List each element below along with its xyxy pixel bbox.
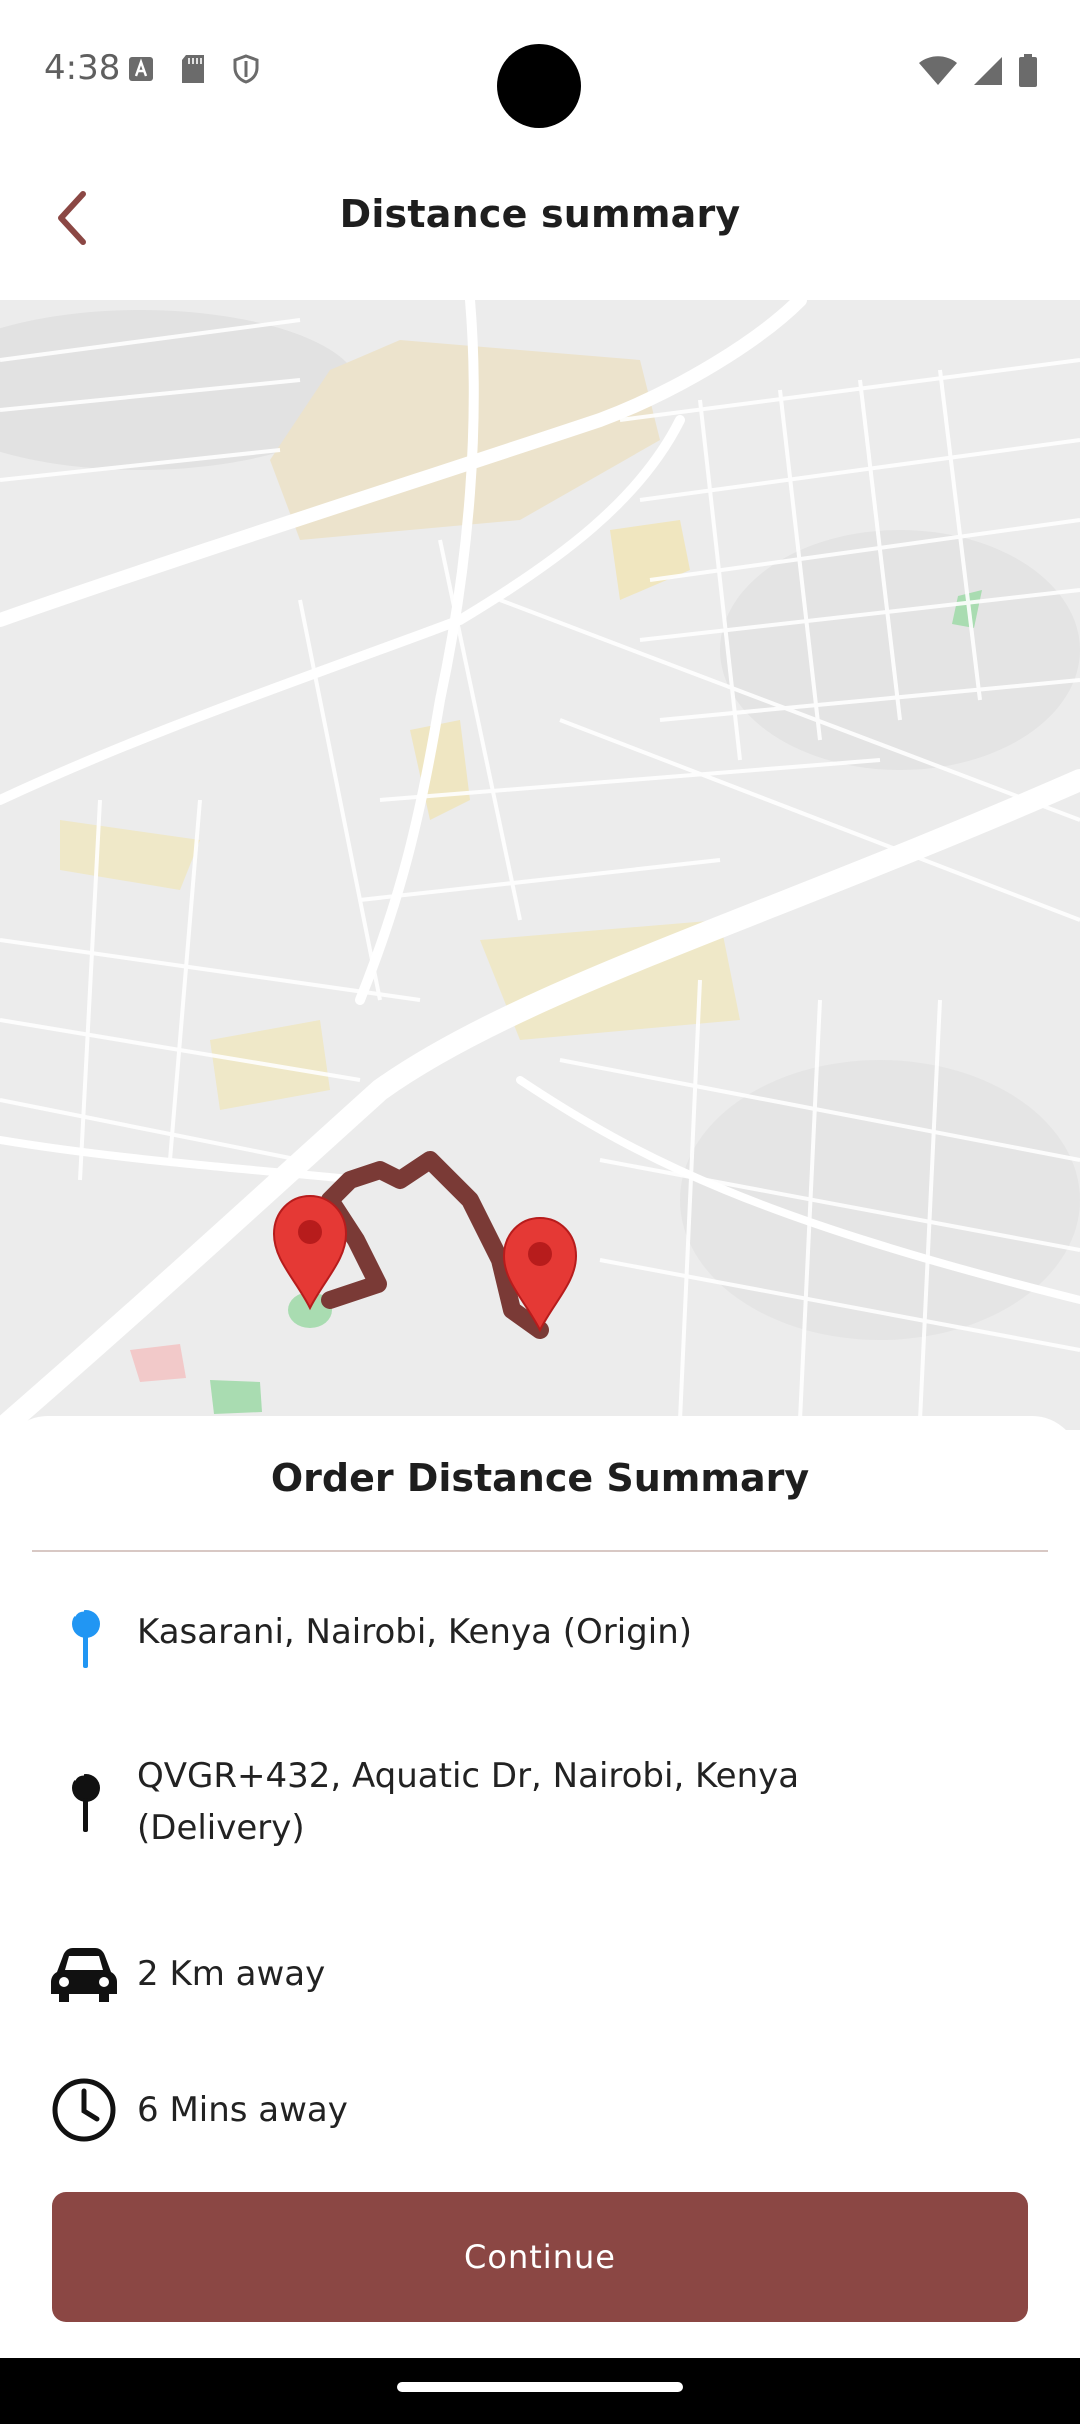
status-time: 4:38 [44,48,121,88]
signal-icon [972,55,1004,92]
status-bar: 4:38 [0,0,1080,140]
app-header: Distance summary [0,140,1080,300]
status-icons-right [918,54,1038,93]
delivery-address: QVGR+432, Aquatic Dr, Nairobi, Kenya (De… [137,1756,800,1848]
sd-card-icon [180,54,206,89]
sheet-title: Order Distance Summary [270,1456,810,1500]
status-icons-left [128,54,260,89]
wifi-icon [918,56,958,91]
continue-button[interactable]: Continue [52,2192,1028,2322]
map-pin-blue-icon [50,1606,118,1674]
car-icon [50,1940,118,2008]
home-gesture-handle[interactable] [397,2382,683,2392]
route-map[interactable] [0,300,1080,1430]
camera-cutout [497,44,581,128]
font-a-icon [128,56,154,87]
page-title: Distance summary [339,192,741,236]
distance-text: 2 Km away [137,1954,326,1994]
clock-icon [50,2076,118,2144]
time-text: 6 Mins away [137,2090,348,2130]
origin-address: Kasarani, Nairobi, Kenya (Origin) [137,1612,693,1652]
battery-icon [1018,54,1038,93]
map-pin-black-icon [50,1770,118,1838]
divider [32,1550,1048,1552]
system-nav-bar [0,2358,1080,2424]
shield-icon [232,54,260,89]
